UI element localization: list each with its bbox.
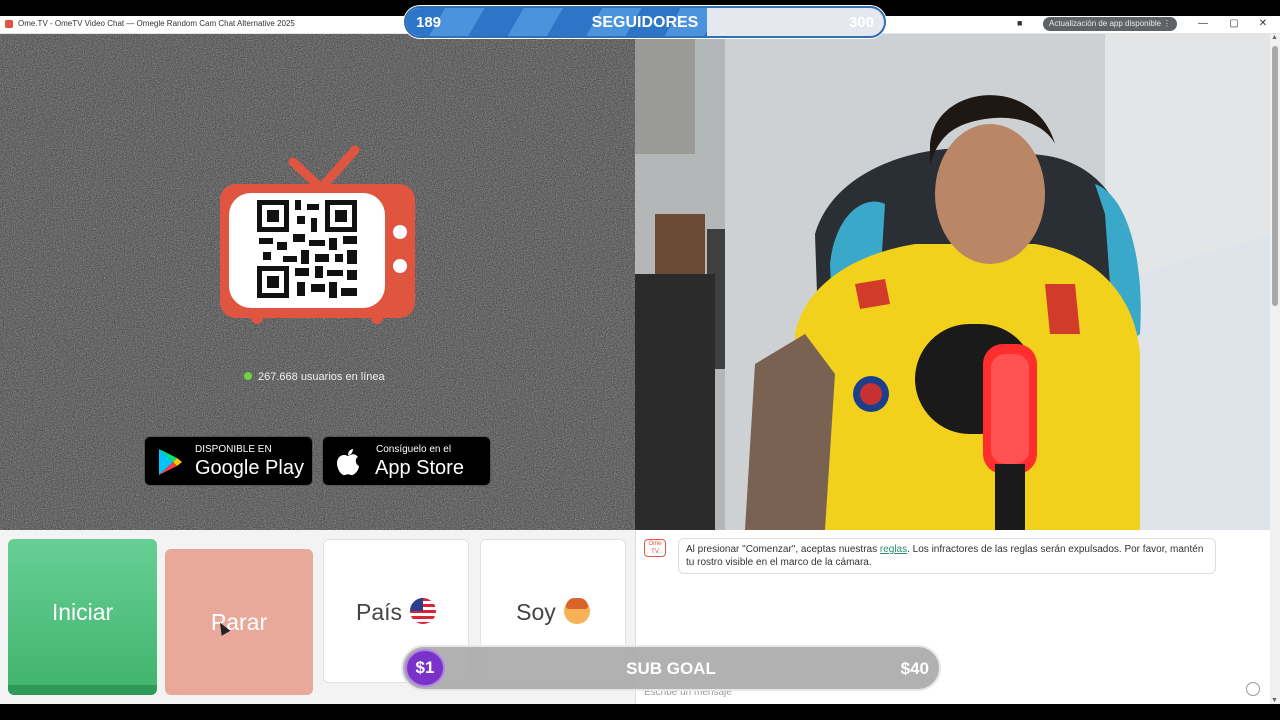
sub-goal-label: SUB GOAL <box>626 659 716 678</box>
app-store-badge[interactable]: Consíguelo en el App Store <box>322 436 491 486</box>
scrollbar-thumb[interactable] <box>1272 46 1278 306</box>
app-store-large-text: App Store <box>375 457 464 479</box>
app-update-badge[interactable]: Actualización de app disponible ⋮ <box>1043 17 1177 31</box>
start-button[interactable]: Iniciar <box>8 539 157 695</box>
minimize-button[interactable]: — <box>1196 17 1210 31</box>
scroll-down-icon[interactable]: ▼ <box>1271 697 1278 704</box>
maximize-button[interactable]: ▢ <box>1227 17 1241 31</box>
webcam-frame <box>635 34 1270 530</box>
notice-text-start: Al presionar "Comenzar", aceptas nuestra… <box>686 544 880 555</box>
ometv-chat-logo-icon: Ome TV <box>644 539 666 557</box>
camera-icon[interactable]: ■ <box>1017 19 1027 28</box>
window-title: Ome.TV - OmeTV Video Chat — Omegle Rando… <box>18 19 295 28</box>
google-play-large-text: Google Play <box>195 457 304 479</box>
followers-target: 300 <box>848 14 874 31</box>
apple-icon <box>337 449 359 476</box>
followers-goal-overlay: 189 SEGUIDORES 300 <box>404 6 886 38</box>
gender-select-label: Soy <box>516 599 556 625</box>
ometv-qr-logo-icon <box>220 145 415 324</box>
app-update-label: Actualización de app disponible <box>1049 19 1162 28</box>
online-status-dot-icon <box>244 372 252 381</box>
google-play-badge[interactable]: DISPONIBLE EN Google Play <box>144 436 313 486</box>
us-flag-icon <box>410 597 437 624</box>
sub-goal-target: $40 <box>900 659 929 678</box>
google-play-icon <box>159 449 182 475</box>
online-users-count: 267.668 usuarios en línea <box>244 371 385 383</box>
online-users-text: 267.668 usuarios en línea <box>258 371 385 383</box>
ometv-favicon-icon <box>5 20 13 28</box>
system-notice-message: Al presionar "Comenzar", aceptas nuestra… <box>678 538 1216 574</box>
google-play-small-text: DISPONIBLE EN <box>195 444 272 455</box>
stop-button[interactable]: Parar <box>165 549 313 695</box>
partner-video-panel: 267.668 usuarios en línea DISPONIBLE EN … <box>0 34 635 530</box>
boy-emoji-icon <box>563 597 590 624</box>
close-window-button[interactable]: ✕ <box>1256 17 1270 31</box>
self-camera-video <box>635 34 1270 530</box>
rules-link[interactable]: reglas <box>880 544 907 555</box>
more-menu-icon[interactable]: ⋮ <box>1163 17 1171 31</box>
followers-label: SEGUIDORES <box>591 14 699 31</box>
country-filter-label: País <box>355 599 403 625</box>
scroll-up-icon[interactable]: ▲ <box>1271 34 1278 41</box>
vertical-scrollbar[interactable]: ▲ ▼ <box>1270 34 1280 704</box>
sub-goal-overlay: $1 SUB GOAL $40 <box>401 645 941 691</box>
app-store-small-text: Consíguelo en el <box>376 444 452 455</box>
emoji-picker-icon[interactable] <box>1246 682 1260 696</box>
